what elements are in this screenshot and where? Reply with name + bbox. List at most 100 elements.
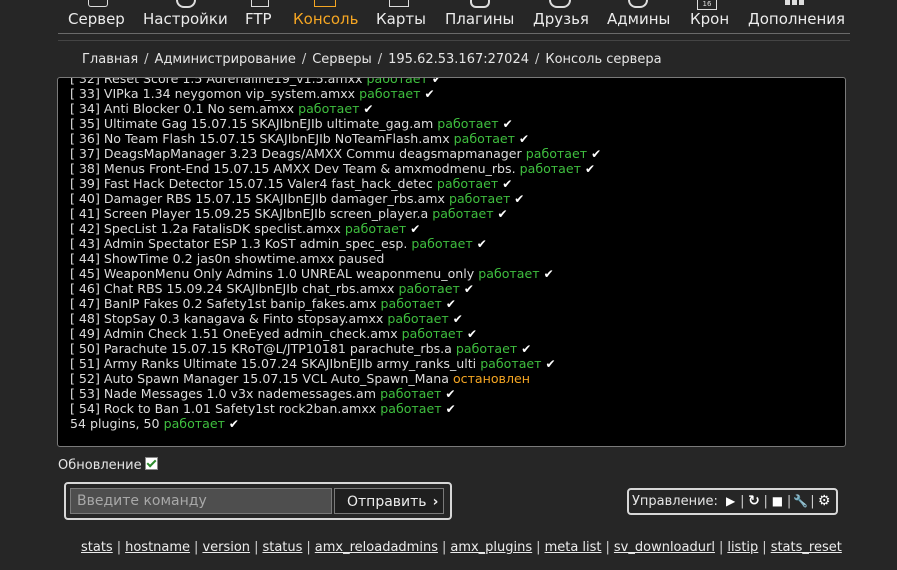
gear-icon[interactable]: ⚙ (816, 490, 833, 513)
breadcrumb-server-address[interactable]: 195.62.53.167:27024 (388, 52, 529, 67)
console-icon (314, 0, 336, 7)
console-line-text: [ 44] ShowTime 0.2 jas0n showtime.amxx p… (70, 251, 385, 266)
nav-item-settings[interactable]: Настройки (143, 10, 228, 28)
breadcrumb-separator: / (377, 52, 383, 67)
nav-item-admins[interactable]: Админы (607, 10, 670, 28)
wrench-icon[interactable]: 🔧 (792, 490, 809, 513)
console-line-text: [ 39] Fast Hack Detector 15.07.15 Valer4… (70, 176, 433, 191)
console-line-text: [ 36] No Team Flash 15.07.15 SKAJIbnEJIb… (70, 131, 450, 146)
nav-item-console[interactable]: Консоль (293, 10, 359, 28)
console-line: [ 39] Fast Hack Detector 15.07.15 Valer4… (70, 176, 833, 191)
quick-command-separator: | (306, 540, 311, 555)
server-icon (88, 0, 108, 7)
console-line: [ 51] Army Ranks Ultimate 15.07.24 SKAJI… (70, 356, 833, 371)
breadcrumb-separator: / (301, 52, 307, 67)
console-line: [ 35] Ultimate Gag 15.07.15 SKAJIbnEJIb … (70, 116, 833, 131)
console-line-text: [ 46] Chat RBS 15.09.24 SKAJIbnEJIb chat… (70, 281, 395, 296)
quick-command-link[interactable]: meta list (545, 540, 602, 555)
breadcrumb-current: Консоль сервера (545, 52, 662, 67)
restart-icon[interactable]: ↻ (745, 490, 762, 513)
quick-command-link[interactable]: amx_reloadadmins (315, 540, 438, 555)
status-running: работает (480, 356, 542, 371)
console-line: [ 42] SpecList 1.2a FatalisDK speclist.a… (70, 221, 833, 236)
stop-icon[interactable]: ■ (769, 490, 786, 513)
control-label: Управление: (632, 494, 718, 509)
console-line: [ 47] BanIP Fakes 0.2 Safety1st banip_fa… (70, 296, 833, 311)
checkmark-icon: ✔ (543, 267, 554, 281)
checkmark-icon: ✔ (424, 87, 435, 101)
console-line: [ 43] Admin Spectator ESP 1.3 KoST admin… (70, 236, 833, 251)
console-line-text: [ 50] Parachute 15.07.15 KRoT@L/JTP10181… (70, 341, 452, 356)
auto-update-label: Обновление (58, 458, 142, 473)
quick-command-link[interactable]: stats_reset (771, 540, 842, 555)
grid-icon (785, 0, 804, 7)
nav-item-friends[interactable]: Друзья (533, 10, 589, 28)
auto-update-checkbox[interactable] (144, 457, 158, 470)
quick-command-link[interactable]: amx_plugins (450, 540, 532, 555)
checkmark-icon: ✔ (363, 102, 374, 116)
quick-command-separator: | (194, 540, 199, 555)
server-control-panel: Управление: ▶ | ↻ | ■ | 🔧 | ⚙ (627, 488, 838, 515)
breadcrumb-administration[interactable]: Администрирование (155, 52, 296, 67)
console-line: [ 49] Admin Check 1.51 OneEyed admin_che… (70, 326, 833, 341)
quick-command-link[interactable]: sv_downloadurl (614, 540, 715, 555)
console-line-text: [ 43] Admin Spectator ESP 1.3 KoST admin… (70, 236, 408, 251)
status-running: работает (453, 131, 515, 146)
quick-command-link[interactable]: listip (727, 540, 758, 555)
console-line-text: [ 33] VIPka 1.34 neygomon vip_system.amx… (70, 86, 356, 101)
console-line: [ 53] Nade Messages 1.0 v3x nademessages… (70, 386, 833, 401)
status-running: работает (359, 86, 421, 101)
console-line-text: [ 38] Menus Front-End 15.07.15 AMXX Dev … (70, 161, 516, 176)
console-line-text: [ 47] BanIP Fakes 0.2 Safety1st banip_fa… (70, 296, 377, 311)
quick-command-link[interactable]: stats (81, 540, 113, 555)
console-line: [ 34] Anti Blocker 0.1 No sem.amxx работ… (70, 101, 833, 116)
nav-item-cron[interactable]: Крон (690, 10, 729, 28)
console-line-text: [ 42] SpecList 1.2a FatalisDK speclist.a… (70, 221, 341, 236)
status-running: работает (398, 281, 460, 296)
status-running: работает (411, 236, 473, 251)
console-line-text: [ 32] Reset Score 1.5 Adrenaline19_v1.5.… (70, 77, 363, 86)
command-input[interactable] (70, 488, 332, 514)
console-output: [ 32] Reset Score 1.5 Adrenaline19_v1.5.… (70, 77, 833, 431)
status-running: работает (380, 296, 442, 311)
status-running: работает (387, 311, 449, 326)
status-running: работает (401, 326, 463, 341)
console-line: [ 44] ShowTime 0.2 jas0n showtime.amxx p… (70, 251, 833, 266)
play-icon[interactable]: ▶ (722, 490, 739, 513)
nav-item-addons[interactable]: Дополнения (748, 10, 845, 28)
quick-command-link[interactable]: hostname (125, 540, 190, 555)
nav-item-server[interactable]: Сервер (68, 10, 125, 28)
status-running: работает (436, 176, 499, 191)
console-line: 54 plugins, 50 работает ✔ (70, 416, 833, 431)
nav-item-maps[interactable]: Карты (376, 10, 426, 28)
console-line: [ 46] Chat RBS 15.09.24 SKAJIbnEJIb chat… (70, 281, 833, 296)
checkmark-icon: ✔ (463, 282, 474, 296)
ftp-icon (251, 0, 269, 7)
console-line: [ 50] Parachute 15.07.15 KRoT@L/JTP10181… (70, 341, 833, 356)
server-console[interactable]: [ 32] Reset Score 1.5 Adrenaline19_v1.5.… (57, 77, 846, 447)
quick-command-link[interactable]: status (262, 540, 302, 555)
console-line-text: [ 49] Admin Check 1.51 OneEyed admin_che… (70, 326, 398, 341)
status-running: работает (380, 401, 442, 416)
checkmark-icon: ✔ (445, 387, 456, 401)
nav-item-ftp[interactable]: FTP (245, 10, 272, 28)
console-line: [ 32] Reset Score 1.5 Adrenaline19_v1.5.… (70, 77, 833, 86)
status-running: работает (298, 101, 360, 116)
checkmark-icon: ✔ (502, 117, 513, 131)
nav-item-plugins[interactable]: Плагины (445, 10, 514, 28)
checkmark-icon: ✔ (502, 177, 513, 191)
status-running: работает (380, 386, 442, 401)
calendar-icon: 16 (697, 0, 717, 10)
checkmark-icon: ✔ (545, 357, 556, 371)
send-button[interactable]: Отправить › (334, 488, 444, 514)
checkmark-icon: ✔ (445, 402, 456, 416)
checkmark-icon: ✔ (445, 297, 456, 311)
status-running: работает (478, 266, 540, 281)
breadcrumb-home[interactable]: Главная (82, 52, 138, 67)
console-line-text: [ 34] Anti Blocker 0.1 No sem.amxx (70, 101, 295, 116)
checkmark-icon: ✔ (521, 342, 532, 356)
quick-command-link[interactable]: version (202, 540, 250, 555)
checkmark-icon: ✔ (584, 162, 595, 176)
breadcrumb-servers[interactable]: Серверы (312, 52, 372, 67)
checkmark-icon: ✔ (476, 237, 487, 251)
